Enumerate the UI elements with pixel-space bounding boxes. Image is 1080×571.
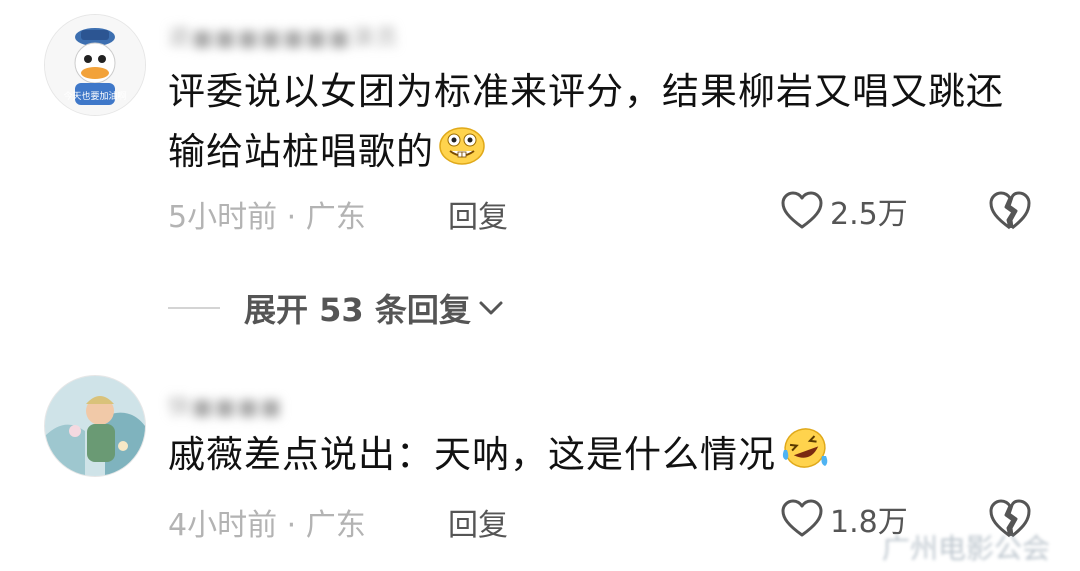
comment-text: 戚薇差点说出：天呐，这是什么情况 bbox=[168, 425, 1028, 488]
timestamp-location: 4小时前 · 广东 bbox=[168, 508, 366, 543]
comment-body: 评委说以女团为标准来评分，结果柳岩又唱又跳还输给站桩唱歌的 bbox=[168, 70, 1004, 173]
broken-heart-icon bbox=[989, 191, 1031, 230]
like-count: 2.5万 bbox=[830, 197, 908, 232]
comment-item: 今天也要加油啊 退■■■■■■■演员 评委说以女团为标准来评分，结果柳岩又唱又跳… bbox=[0, 0, 1080, 260]
reply-button[interactable]: 回复 bbox=[448, 192, 508, 236]
donald-duck-avatar-icon: 今天也要加油啊 bbox=[45, 15, 145, 115]
comment-text: 评委说以女团为标准来评分，结果柳岩又唱又跳还输给站桩唱歌的 bbox=[168, 62, 1028, 184]
chevron-down-icon bbox=[479, 301, 503, 315]
comment-meta: 5小时前 · 广东 回复 2.5万 bbox=[168, 186, 1048, 236]
laughing-tears-emoji-icon bbox=[780, 426, 830, 488]
reply-button[interactable]: 回复 bbox=[448, 500, 508, 544]
like-button[interactable]: 2.5万 bbox=[780, 186, 908, 236]
expand-replies-label: 展开 53 条回复 bbox=[244, 291, 471, 329]
avatar[interactable] bbox=[44, 375, 146, 477]
username[interactable]: 退■■■■■■■演员 bbox=[168, 20, 400, 52]
grinning-teeth-emoji-icon bbox=[438, 124, 486, 184]
timestamp-location: 5小时前 · 广东 bbox=[168, 200, 366, 235]
divider bbox=[168, 307, 220, 309]
heart-icon bbox=[781, 499, 823, 537]
child-photo-avatar-icon bbox=[45, 376, 145, 476]
avatar[interactable]: 今天也要加油啊 bbox=[44, 14, 146, 116]
expand-replies-button[interactable]: 展开 53 条回复 bbox=[168, 283, 505, 333]
comment-body: 戚薇差点说出：天呐，这是什么情况 bbox=[168, 433, 776, 476]
watermark: 广州电影公会 bbox=[882, 527, 1050, 567]
watermark-text: 广州电影公会 bbox=[881, 532, 1050, 565]
dislike-button[interactable] bbox=[988, 190, 1032, 236]
heart-icon bbox=[781, 191, 823, 229]
username[interactable]: 快■■■■ bbox=[168, 389, 283, 421]
svg-text:今天也要加油啊: 今天也要加油啊 bbox=[63, 90, 126, 102]
